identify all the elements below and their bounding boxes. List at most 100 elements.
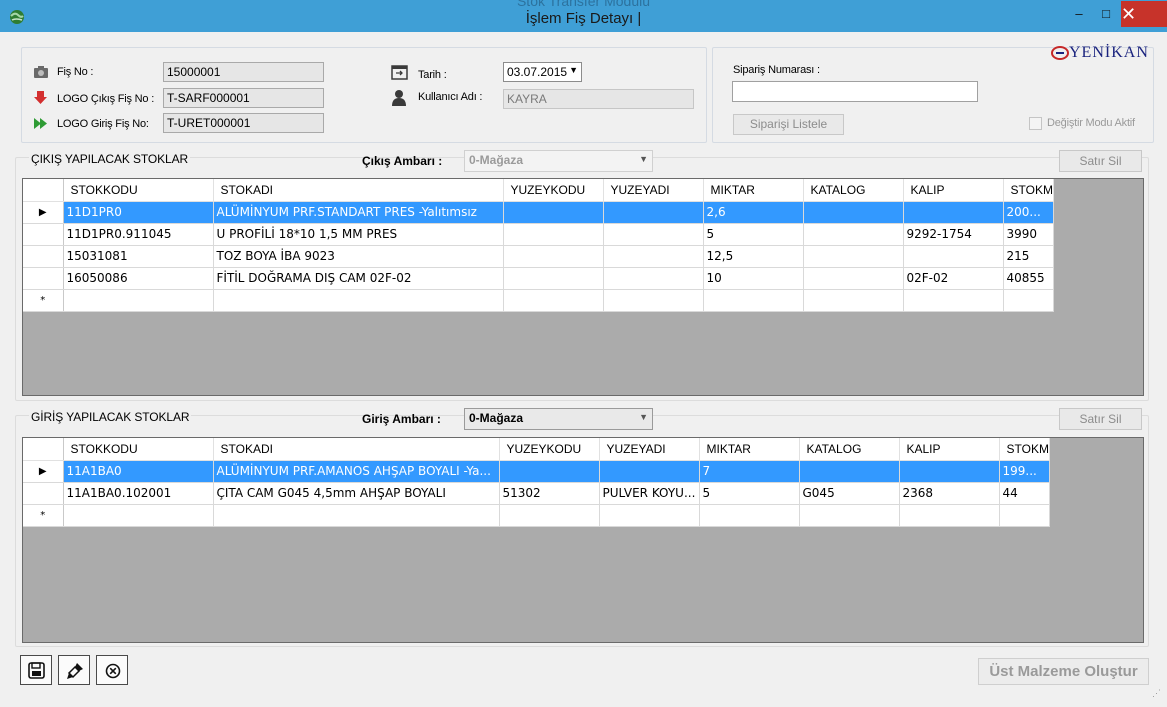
- table-cell[interactable]: 7: [699, 460, 800, 483]
- table-cell[interactable]: [803, 289, 904, 312]
- maximize-button[interactable]: □: [1093, 4, 1119, 24]
- cikis-column-header[interactable]: YUZEYKODU: [503, 179, 604, 202]
- table-cell[interactable]: [603, 201, 704, 224]
- table-cell[interactable]: [803, 223, 904, 246]
- cikis-ambar-select[interactable]: 0-Mağaza ▼: [464, 150, 653, 172]
- clear-button[interactable]: [58, 655, 90, 685]
- table-cell[interactable]: [803, 201, 904, 224]
- siparis-listele-button[interactable]: Siparişi Listele: [733, 114, 844, 135]
- table-cell[interactable]: 2368: [899, 482, 1000, 505]
- table-cell[interactable]: 11D1PR0.911045: [63, 223, 214, 246]
- table-cell[interactable]: [799, 504, 900, 527]
- table-cell[interactable]: [503, 267, 604, 290]
- table-cell[interactable]: 12,5: [703, 245, 804, 268]
- resize-grip-icon[interactable]: ⋰: [1152, 689, 1164, 702]
- degistir-mode-checkbox[interactable]: [1029, 117, 1042, 130]
- giris-column-header[interactable]: MIKTAR: [699, 438, 800, 461]
- giris-column-header[interactable]: KATALOG: [799, 438, 900, 461]
- table-cell[interactable]: [503, 289, 604, 312]
- siparis-input[interactable]: [732, 81, 978, 102]
- tarih-date-picker[interactable]: 03.07.2015 ▼: [503, 62, 582, 82]
- table-cell[interactable]: FİTİL DOĞRAMA DIŞ CAM 02F-02: [213, 267, 504, 290]
- table-cell[interactable]: [803, 245, 904, 268]
- cikis-column-header[interactable]: KALIP: [903, 179, 1004, 202]
- giris-grid[interactable]: STOKKODU STOKADI YUZEYKODU YUZEYADI MIKTAR KA…: [22, 437, 1144, 643]
- table-cell[interactable]: [499, 504, 600, 527]
- table-cell[interactable]: [63, 289, 214, 312]
- table-cell[interactable]: [503, 245, 604, 268]
- fis-no-field[interactable]: 15000001: [163, 62, 324, 82]
- cikis-column-header[interactable]: MIKTAR: [703, 179, 804, 202]
- giris-ambar-select[interactable]: 0-Mağaza ▼: [464, 408, 653, 430]
- giris-column-header[interactable]: STOKKODU: [63, 438, 214, 461]
- cikis-column-header[interactable]: STOKM: [1003, 179, 1054, 202]
- row-indicator[interactable]: ▶: [23, 460, 64, 483]
- table-cell[interactable]: 40855: [1003, 267, 1054, 290]
- table-cell[interactable]: [899, 460, 1000, 483]
- table-cell[interactable]: 215: [1003, 245, 1054, 268]
- row-indicator[interactable]: [23, 223, 64, 246]
- table-cell[interactable]: [903, 289, 1004, 312]
- table-cell[interactable]: [603, 223, 704, 246]
- table-cell[interactable]: [499, 460, 600, 483]
- close-button[interactable]: ✕: [1121, 1, 1167, 27]
- cikis-satir-sil-button[interactable]: Satır Sil: [1059, 150, 1142, 172]
- table-cell[interactable]: [503, 201, 604, 224]
- cikis-corner-header[interactable]: [23, 179, 64, 202]
- table-cell[interactable]: [603, 289, 704, 312]
- table-cell[interactable]: 5: [699, 482, 800, 505]
- table-cell[interactable]: [213, 289, 504, 312]
- table-cell[interactable]: 02F-02: [903, 267, 1004, 290]
- table-cell[interactable]: ALÜMİNYUM PRF.STANDART PRES -Yalıtımsız: [213, 201, 504, 224]
- table-cell[interactable]: 10: [703, 267, 804, 290]
- giris-column-header[interactable]: KALIP: [899, 438, 1000, 461]
- table-cell[interactable]: 9292-1754: [903, 223, 1004, 246]
- table-cell[interactable]: [999, 504, 1050, 527]
- row-indicator[interactable]: [23, 482, 64, 505]
- row-indicator[interactable]: ▶: [23, 201, 64, 224]
- table-cell[interactable]: 44: [999, 482, 1050, 505]
- row-indicator[interactable]: [23, 245, 64, 268]
- table-cell[interactable]: ALÜMİNYUM PRF.AMANOS AHŞAP BOYALI -Ya...: [213, 460, 500, 483]
- table-cell[interactable]: [903, 201, 1004, 224]
- row-indicator[interactable]: *: [23, 504, 64, 527]
- table-cell[interactable]: [213, 504, 500, 527]
- giris-corner-header[interactable]: [23, 438, 64, 461]
- cancel-button[interactable]: [96, 655, 128, 685]
- table-row[interactable]: ▶ 11A1BA0 ALÜMİNYUM PRF.AMANOS AHŞAP BOYAL…: [23, 460, 1050, 483]
- table-cell[interactable]: ÇITA CAM G045 4,5mm AHŞAP BOYALI: [213, 482, 500, 505]
- kullanici-field[interactable]: KAYRA: [503, 89, 694, 109]
- table-row[interactable]: 15031081 TOZ BOYA İBA 9023 12,5 215: [23, 245, 1054, 268]
- table-row[interactable]: *: [23, 504, 1050, 527]
- table-row[interactable]: *: [23, 289, 1054, 312]
- table-row[interactable]: 16050086 FİTİL DOĞRAMA DIŞ CAM 02F-02 10 02…: [23, 267, 1054, 290]
- table-cell[interactable]: 199...: [999, 460, 1050, 483]
- table-cell[interactable]: [63, 504, 214, 527]
- table-cell[interactable]: [799, 460, 900, 483]
- cikis-column-header[interactable]: KATALOG: [803, 179, 904, 202]
- giris-satir-sil-button[interactable]: Satır Sil: [1059, 408, 1142, 430]
- table-row[interactable]: 11D1PR0.911045 U PROFİLİ 18*10 1,5 MM PRE…: [23, 223, 1054, 246]
- table-cell[interactable]: TOZ BOYA İBA 9023: [213, 245, 504, 268]
- logo-cikis-field[interactable]: T-SARF000001: [163, 88, 324, 108]
- table-cell[interactable]: [699, 504, 800, 527]
- cikis-grid[interactable]: STOKKODU STOKADI YUZEYKODU YUZEYADI MIKTAR KA…: [22, 178, 1144, 396]
- cikis-column-header[interactable]: STOKADI: [213, 179, 504, 202]
- cikis-column-header[interactable]: YUZEYADI: [603, 179, 704, 202]
- table-cell[interactable]: G045: [799, 482, 900, 505]
- giris-column-header[interactable]: YUZEYKODU: [499, 438, 600, 461]
- row-indicator[interactable]: *: [23, 289, 64, 312]
- table-cell[interactable]: U PROFİLİ 18*10 1,5 MM PRES: [213, 223, 504, 246]
- giris-column-header[interactable]: YUZEYADI: [599, 438, 700, 461]
- table-row[interactable]: 11A1BA0.102001 ÇITA CAM G045 4,5mm AHŞAP …: [23, 482, 1050, 505]
- table-cell[interactable]: 11A1BA0: [63, 460, 214, 483]
- ust-malzeme-olustur-button[interactable]: Üst Malzeme Oluştur: [978, 658, 1149, 685]
- table-cell[interactable]: 11D1PR0: [63, 201, 214, 224]
- table-cell[interactable]: 51302: [499, 482, 600, 505]
- table-cell[interactable]: [1003, 289, 1054, 312]
- table-cell[interactable]: 11A1BA0.102001: [63, 482, 214, 505]
- table-cell[interactable]: [903, 245, 1004, 268]
- table-cell[interactable]: [503, 223, 604, 246]
- giris-column-header[interactable]: STOKADI: [213, 438, 500, 461]
- table-cell[interactable]: 15031081: [63, 245, 214, 268]
